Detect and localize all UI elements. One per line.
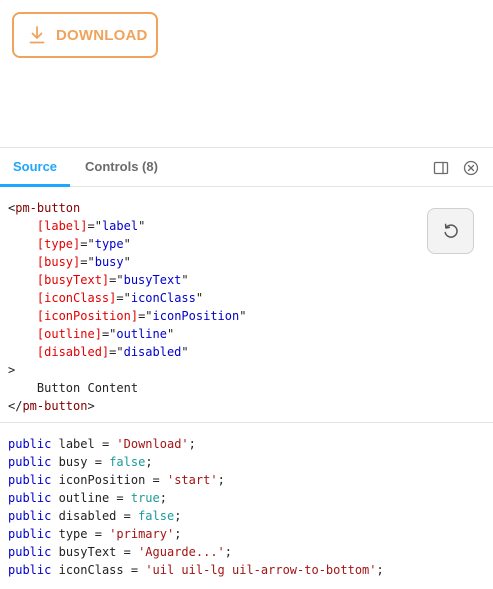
reset-button[interactable]: [427, 208, 474, 254]
binding-value: busy: [94, 255, 124, 269]
property-keyword: public: [8, 509, 52, 523]
property-keyword: public: [8, 491, 52, 505]
binding-value: iconPosition: [152, 309, 240, 323]
property-name: label: [58, 437, 95, 451]
binding-value: type: [94, 237, 124, 251]
binding-attr: [disabled]: [36, 345, 110, 359]
source-code-panel: <pm-button [label]="label" [type]="type"…: [0, 187, 493, 423]
binding-value: disabled: [123, 345, 182, 359]
binding-attr: [type]: [36, 237, 81, 251]
property-value: 'primary': [109, 527, 175, 541]
binding-attr: [iconClass]: [36, 291, 117, 305]
binding-value: label: [101, 219, 139, 233]
download-arrow-icon: [29, 26, 45, 44]
property-name: busy: [58, 455, 88, 469]
download-button-label: DOWNLOAD: [56, 26, 148, 44]
property-line: public label = 'Download';: [8, 437, 196, 451]
property-value: true: [130, 491, 160, 505]
binding-line: [outline]="outline": [36, 327, 175, 341]
close-circle-icon[interactable]: [463, 160, 479, 176]
property-line: public type = 'primary';: [8, 527, 182, 541]
property-value: false: [138, 509, 175, 523]
button-content-text: Button Content: [36, 381, 139, 395]
property-keyword: public: [8, 545, 52, 559]
property-value: 'start': [166, 473, 218, 487]
binding-attr: [busy]: [36, 255, 81, 269]
binding-attr: [busyText]: [36, 273, 110, 287]
binding-attr: [iconPosition]: [36, 309, 139, 323]
close-tag-end: >: [87, 399, 95, 413]
binding-line: [type]="type": [36, 237, 131, 251]
binding-value: busyText: [123, 273, 182, 287]
close-component-tag: pm-button: [22, 399, 88, 413]
panel-toggle-icon[interactable]: [433, 160, 449, 176]
component-tag: pm-button: [15, 201, 81, 215]
property-keyword: public: [8, 563, 52, 577]
property-name: iconPosition: [58, 473, 146, 487]
property-keyword: public: [8, 527, 52, 541]
binding-line: [iconClass]="iconClass": [36, 291, 204, 305]
property-keyword: public: [8, 437, 52, 451]
property-line: public outline = true;: [8, 491, 167, 505]
open-tag-end: >: [8, 363, 16, 377]
property-value: 'uil uil-lg uil-arrow-to-bottom': [145, 563, 377, 577]
property-value: 'Download': [116, 437, 189, 451]
binding-line: [label]="label": [36, 219, 146, 233]
tab-source[interactable]: Source: [0, 148, 70, 187]
property-name: outline: [58, 491, 110, 505]
binding-value: iconClass: [130, 291, 196, 305]
property-keyword: public: [8, 455, 52, 469]
download-button[interactable]: DOWNLOAD: [12, 12, 158, 58]
binding-line: [busy]="busy": [36, 255, 131, 269]
binding-line: [busyText]="busyText": [36, 273, 189, 287]
close-tag-start: </: [8, 399, 23, 413]
binding-line: [iconPosition]="iconPosition": [36, 309, 247, 323]
property-line: public iconClass = 'uil uil-lg uil-arrow…: [8, 563, 384, 577]
property-value: false: [109, 455, 146, 469]
binding-value: outline: [116, 327, 167, 341]
property-name: busyText: [58, 545, 117, 559]
binding-line: [disabled]="disabled": [36, 345, 189, 359]
property-name: disabled: [58, 509, 117, 523]
template-code: <pm-button [label]="label" [type]="type"…: [8, 199, 246, 415]
property-line: public iconPosition = 'start';: [8, 473, 225, 487]
property-name: iconClass: [58, 563, 124, 577]
addon-tab-bar: Source Controls (8): [0, 147, 493, 187]
tab-controls[interactable]: Controls (8): [85, 148, 158, 187]
property-line: public disabled = false;: [8, 509, 182, 523]
property-name: type: [58, 527, 88, 541]
property-line: public busy = false;: [8, 455, 153, 469]
rotate-ccw-icon: [443, 223, 458, 238]
binding-attr: [outline]: [36, 327, 102, 341]
component-properties: public label = 'Download'; public busy = …: [8, 435, 384, 579]
binding-attr: [label]: [36, 219, 88, 233]
property-line: public busyText = 'Aguarde...';: [8, 545, 233, 559]
property-keyword: public: [8, 473, 52, 487]
component-preview: DOWNLOAD: [0, 0, 493, 147]
property-value: 'Aguarde...': [138, 545, 225, 559]
